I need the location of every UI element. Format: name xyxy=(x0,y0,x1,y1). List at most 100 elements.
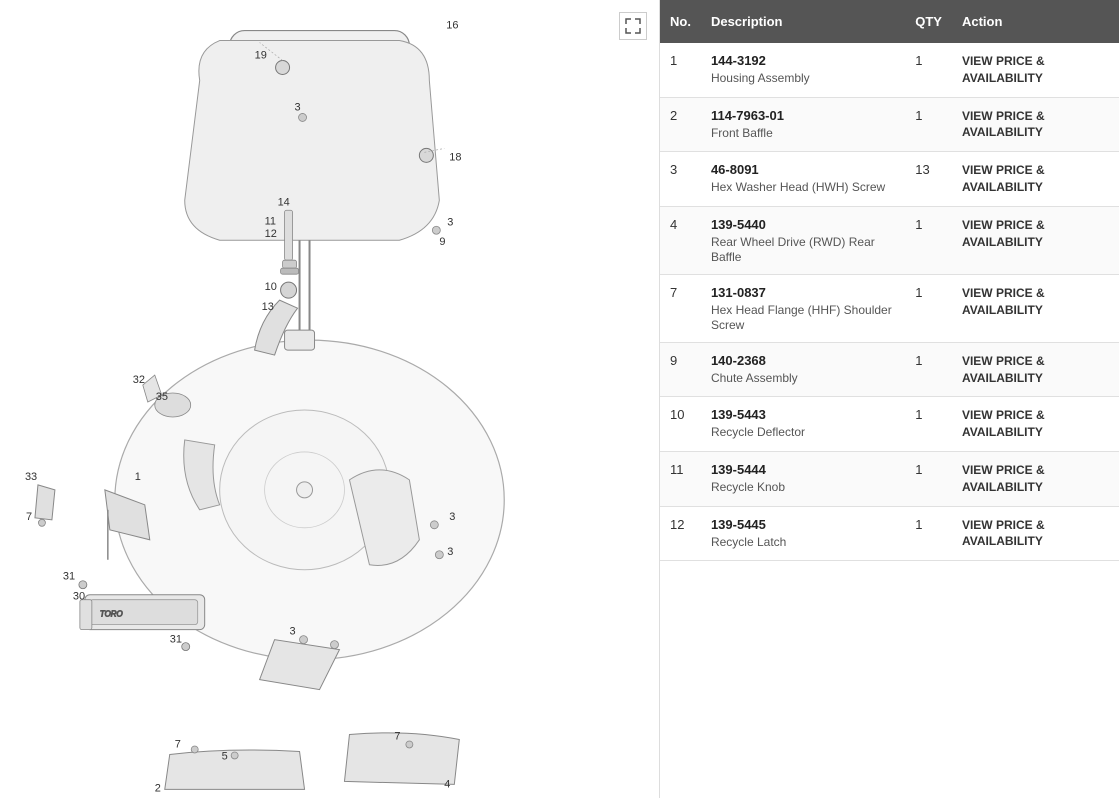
part-description-cell: 114-7963-01Front Baffle xyxy=(701,97,905,152)
view-price-link[interactable]: VIEW PRICE & AVAILABILITY xyxy=(962,163,1045,194)
label-12: 12 xyxy=(265,228,277,240)
view-price-link[interactable]: VIEW PRICE & AVAILABILITY xyxy=(962,218,1045,249)
part-no-cell: 10 xyxy=(660,397,701,452)
view-price-link[interactable]: VIEW PRICE & AVAILABILITY xyxy=(962,463,1045,494)
diagram-panel: TORO 19 16 3 18 3 9 14 xyxy=(0,0,660,798)
part-action-cell[interactable]: VIEW PRICE & AVAILABILITY xyxy=(952,506,1119,561)
part-description-cell: 139-5444 Recycle Knob xyxy=(701,451,905,506)
part-number: 139-5443 xyxy=(711,407,895,422)
col-header-no: No. xyxy=(660,0,701,43)
part-no-cell: 1 xyxy=(660,43,701,97)
col-header-description: Description xyxy=(701,0,905,43)
view-price-link[interactable]: VIEW PRICE & AVAILABILITY xyxy=(962,54,1045,85)
part-desc-text: Front Baffle xyxy=(711,126,773,140)
part-number: 131-0837 xyxy=(711,285,895,300)
part-desc-text: Recycle Deflector xyxy=(711,425,805,439)
part-qty-cell: 1 xyxy=(905,397,952,452)
part-action-cell[interactable]: VIEW PRICE & AVAILABILITY xyxy=(952,97,1119,152)
col-header-action: Action xyxy=(952,0,1119,43)
view-price-link[interactable]: VIEW PRICE & AVAILABILITY xyxy=(962,354,1045,385)
part-no-cell: 9 xyxy=(660,342,701,397)
table-row: 346-8091Hex Washer Head (HWH) Screw13VIE… xyxy=(660,152,1119,207)
view-price-link[interactable]: VIEW PRICE & AVAILABILITY xyxy=(962,109,1045,140)
label-11: 11 xyxy=(265,215,276,227)
part-number: 139-5445 xyxy=(711,517,895,532)
view-price-link[interactable]: VIEW PRICE & AVAILABILITY xyxy=(962,408,1045,439)
part-action-cell[interactable]: VIEW PRICE & AVAILABILITY xyxy=(952,152,1119,207)
expand-button[interactable] xyxy=(619,12,647,40)
part-action-cell[interactable]: VIEW PRICE & AVAILABILITY xyxy=(952,342,1119,397)
label-13: 13 xyxy=(262,301,274,313)
label-1: 1 xyxy=(135,471,141,483)
parts-table-panel: No. Description QTY Action 1 144-3192 Hous… xyxy=(660,0,1119,798)
label-31: 31 xyxy=(63,571,75,583)
label-31b: 31 xyxy=(170,634,182,646)
label-19: 19 xyxy=(255,50,267,62)
table-row: 2114-7963-01Front Baffle1 VIEW PRICE & AV… xyxy=(660,97,1119,152)
part-number: 46-8091 xyxy=(711,162,895,177)
part-description-cell: 144-3192 Housing Assembly xyxy=(701,43,905,97)
part-desc-text: Recycle Knob xyxy=(711,480,785,494)
part-no-cell: 4 xyxy=(660,206,701,274)
part-desc-text: Hex Washer Head (HWH) Screw xyxy=(711,180,885,194)
table-row: 1 144-3192 Housing Assembly 1 VIEW PRICE & A… xyxy=(660,43,1119,97)
view-price-link[interactable]: VIEW PRICE & AVAILABILITY xyxy=(962,518,1045,549)
table-row: 4 139-5440 Rear Wheel Drive (RWD) Rear Baf… xyxy=(660,206,1119,274)
view-price-link[interactable]: VIEW PRICE & AVAILABILITY xyxy=(962,286,1045,317)
part-description-cell: 139-5445 Recycle Latch xyxy=(701,506,905,561)
part-desc-text: Chute Assembly xyxy=(711,371,798,385)
label-18: 18 xyxy=(449,151,461,163)
part-desc-text: Rear Wheel Drive (RWD) Rear Baffle xyxy=(711,235,875,264)
table-row: 12139-5445Recycle Latch1VIEW PRICE & AVA… xyxy=(660,506,1119,561)
table-row: 9140-2368Chute Assembly1VIEW PRICE & AVA… xyxy=(660,342,1119,397)
parts-diagram: TORO 19 16 3 18 3 9 14 xyxy=(0,0,659,798)
part-no-cell: 7 xyxy=(660,274,701,342)
label-14: 14 xyxy=(278,196,290,208)
part-description-cell: 139-5440 Rear Wheel Drive (RWD) Rear Baff… xyxy=(701,206,905,274)
part-no-cell: 2 xyxy=(660,97,701,152)
part-action-cell[interactable]: VIEW PRICE & AVAILABILITY xyxy=(952,206,1119,274)
label-33: 33 xyxy=(25,471,37,483)
label-4: 4 xyxy=(444,778,450,790)
part-qty-cell: 1 xyxy=(905,97,952,152)
label-3d: 3 xyxy=(447,546,453,558)
part-number: 139-5444 xyxy=(711,462,895,477)
part-description-cell: 140-2368 Chute Assembly xyxy=(701,342,905,397)
col-header-qty: QTY xyxy=(905,0,952,43)
part-qty-cell: 1 xyxy=(905,274,952,342)
table-row: 11139-5444Recycle Knob1VIEW PRICE & AVAI… xyxy=(660,451,1119,506)
table-row: 7 131-0837 Hex Head Flange (HHF) Shoulder … xyxy=(660,274,1119,342)
part-qty-cell: 1 xyxy=(905,506,952,561)
part-qty-cell: 1 xyxy=(905,451,952,506)
part-description-cell: 131-0837 Hex Head Flange (HHF) Shoulder S… xyxy=(701,274,905,342)
part-action-cell[interactable]: VIEW PRICE & AVAILABILITY xyxy=(952,397,1119,452)
part-description-cell: 139-5443 Recycle Deflector xyxy=(701,397,905,452)
label-3a: 3 xyxy=(295,101,301,113)
part-action-cell[interactable]: VIEW PRICE & AVAILABILITY xyxy=(952,274,1119,342)
part-qty-cell: 1 xyxy=(905,43,952,97)
label-7c: 7 xyxy=(394,730,400,742)
part-action-cell[interactable]: VIEW PRICE & AVAILABILITY xyxy=(952,451,1119,506)
part-qty-cell: 13 xyxy=(905,152,952,207)
table-row: 10 139-5443 Recycle Deflector 1 VIEW PRICE &… xyxy=(660,397,1119,452)
parts-table: No. Description QTY Action 1 144-3192 Hous… xyxy=(660,0,1119,561)
part-desc-text: Hex Head Flange (HHF) Shoulder Screw xyxy=(711,303,892,332)
part-number: 139-5440 xyxy=(711,217,895,232)
label-30: 30 xyxy=(73,591,85,603)
label-3b: 3 xyxy=(447,216,453,228)
label-3c: 3 xyxy=(449,511,455,523)
label-7b: 7 xyxy=(175,738,181,750)
part-number: 140-2368 xyxy=(711,353,895,368)
svg-text:TORO: TORO xyxy=(100,610,123,619)
label-16: 16 xyxy=(446,20,458,32)
part-number: 144-3192 xyxy=(711,53,895,68)
part-desc-text: Housing Assembly xyxy=(711,71,810,85)
part-action-cell[interactable]: VIEW PRICE & AVAILABILITY xyxy=(952,43,1119,97)
label-10: 10 xyxy=(265,281,277,293)
part-desc-text: Recycle Latch xyxy=(711,535,786,549)
part-qty-cell: 1 xyxy=(905,206,952,274)
table-header-row: No. Description QTY Action xyxy=(660,0,1119,43)
label-32: 32 xyxy=(133,374,145,386)
part-description-cell: 46-8091 Hex Washer Head (HWH) Screw xyxy=(701,152,905,207)
label-9: 9 xyxy=(439,236,445,248)
